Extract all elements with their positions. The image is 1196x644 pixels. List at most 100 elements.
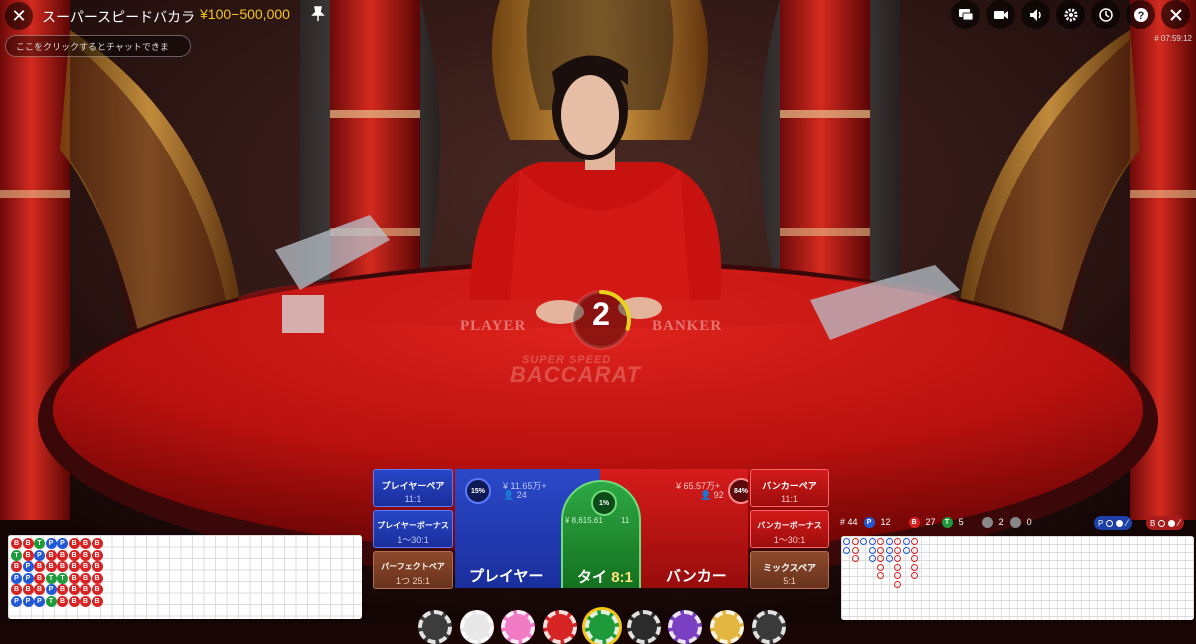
big-road-mark (843, 538, 850, 545)
bead-cell: B (91, 572, 103, 584)
tie-label-text: タイ (577, 569, 608, 586)
bead-cell: P (34, 595, 45, 607)
bead-cell: B (68, 561, 80, 572)
player-bonus-label: プレイヤーボーナス (377, 521, 449, 530)
close-game-button[interactable]: ✕ (5, 2, 33, 30)
user-icon: 👤 (503, 490, 515, 500)
slash-icon: ⁄ (1178, 518, 1180, 528)
big-road-mark (868, 555, 876, 562)
bead-cell: T (57, 572, 68, 584)
player-pair-bet[interactable]: プレイヤーペア 11:1 (373, 469, 453, 507)
big-road-mark (877, 546, 884, 554)
big-road-mark (911, 555, 918, 562)
user-icon: 👤 (700, 490, 712, 500)
banker-pair-odds: 11:1 (781, 494, 798, 504)
bead-cell: B (91, 595, 103, 607)
big-road-mark (851, 546, 859, 554)
bead-cell: B (57, 584, 68, 595)
tie-amount: ¥ 8,615.61 (565, 516, 603, 525)
shoe-stats: # 44 P 12 B 27 T 5 2 0 (840, 515, 1032, 529)
bead-cell: P (45, 584, 57, 595)
big-road-mark (911, 538, 918, 545)
bead-cell: B (22, 584, 34, 595)
tie-icon: T (941, 516, 953, 528)
banker-pairs: 0 (1026, 517, 1032, 527)
chip-7[interactable] (668, 610, 702, 644)
bead-cell: B (80, 572, 91, 584)
history-button[interactable] (1091, 0, 1120, 29)
bead-cell: P (11, 572, 22, 584)
big-road-mark (894, 563, 901, 571)
big-road-mark (868, 546, 876, 554)
big-road-mark (877, 555, 884, 562)
perfect-pair-odds: 1つ 25:1 (395, 576, 431, 586)
bead-cell: P (22, 561, 34, 572)
big-road-mark (894, 555, 901, 562)
chip-1[interactable] (418, 610, 452, 644)
bead-cell: B (91, 538, 103, 549)
banker-wins: 27 (925, 517, 936, 527)
chat-input[interactable]: ここをクリックするとチャットできま (5, 35, 191, 57)
bead-cell: B (68, 595, 80, 607)
big-road-mark (843, 546, 850, 554)
chip-9[interactable] (752, 610, 786, 644)
svg-text:?: ? (1137, 10, 1144, 22)
big-road-mark (868, 538, 876, 545)
volume-button[interactable] (1021, 0, 1050, 29)
chip-5[interactable] (585, 610, 619, 644)
help-button[interactable]: ? (1126, 0, 1155, 29)
banker-percent: 84% (728, 478, 748, 504)
tie-label: タイ 8:1 (577, 566, 633, 587)
perfect-pair-bet[interactable]: パーフェクトペア 1つ 25:1 (373, 551, 453, 589)
player-pair-label: プレイヤーペア (381, 481, 445, 491)
countdown-number: 2 (592, 296, 610, 332)
bet-limits: ¥100−500,000 (200, 6, 290, 22)
pin-icon[interactable] (308, 4, 328, 24)
bead-cell: B (68, 572, 80, 584)
chip-6[interactable] (627, 610, 661, 644)
mix-pair-bet[interactable]: ミックスペア 5:1 (750, 551, 829, 589)
tie-count: 11 (621, 516, 630, 525)
chip-4[interactable] (543, 610, 577, 644)
banker-bonus-label: バンカーボーナス (757, 521, 822, 530)
banker-pair-bet[interactable]: バンカーペア 11:1 (750, 469, 829, 507)
bead-cell: P (11, 595, 22, 607)
bead-cell: T (45, 572, 57, 584)
exit-button[interactable] (1161, 0, 1190, 29)
banker-bonus-bet[interactable]: バンカーボーナス 1〜30:1 (750, 510, 829, 548)
big-road-mark (885, 546, 893, 554)
banker-pair-icon (1009, 516, 1021, 528)
big-road-mark (877, 572, 884, 579)
big-road-mark (894, 538, 901, 545)
chat-button[interactable] (951, 0, 980, 29)
big-road-mark (851, 555, 859, 562)
player-ask-button[interactable]: P ⁄ (1094, 516, 1132, 530)
chip-2[interactable] (460, 610, 494, 644)
banker-ask-button[interactable]: B ⁄ (1146, 516, 1184, 530)
bead-cell: B (80, 549, 91, 561)
player-label: プレイヤー (469, 568, 544, 585)
bead-cell: B (80, 595, 91, 607)
big-road-mark (851, 538, 859, 545)
player-pair-odds: 11:1 (404, 494, 422, 504)
banker-wins-icon: B (908, 516, 920, 528)
bead-cell: B (80, 538, 91, 549)
settings-icon (1064, 8, 1077, 21)
banker-count-value: 92 (713, 490, 724, 500)
bead-cell: B (80, 561, 91, 572)
bead-cell: B (68, 584, 80, 595)
help-icon: ? (1133, 7, 1148, 22)
tie-bet[interactable]: 1% ¥ 8,615.61 11 タイ 8:1 (561, 480, 641, 588)
video-button[interactable] (986, 0, 1015, 29)
table-player-text: PLAYER (460, 318, 527, 334)
player-percent: 15% (465, 478, 491, 504)
banker-bonus-odds: 1〜30:1 (773, 535, 806, 545)
player-count: 👤 24 (503, 490, 527, 501)
bead-cell: B (91, 549, 103, 561)
chip-3[interactable] (501, 610, 535, 644)
settings-button[interactable] (1056, 0, 1085, 29)
close-icon (1169, 8, 1182, 21)
ask-player-letter: P (1098, 518, 1104, 528)
player-bonus-bet[interactable]: プレイヤーボーナス 1〜30:1 (373, 510, 453, 548)
chip-8[interactable] (710, 610, 744, 644)
